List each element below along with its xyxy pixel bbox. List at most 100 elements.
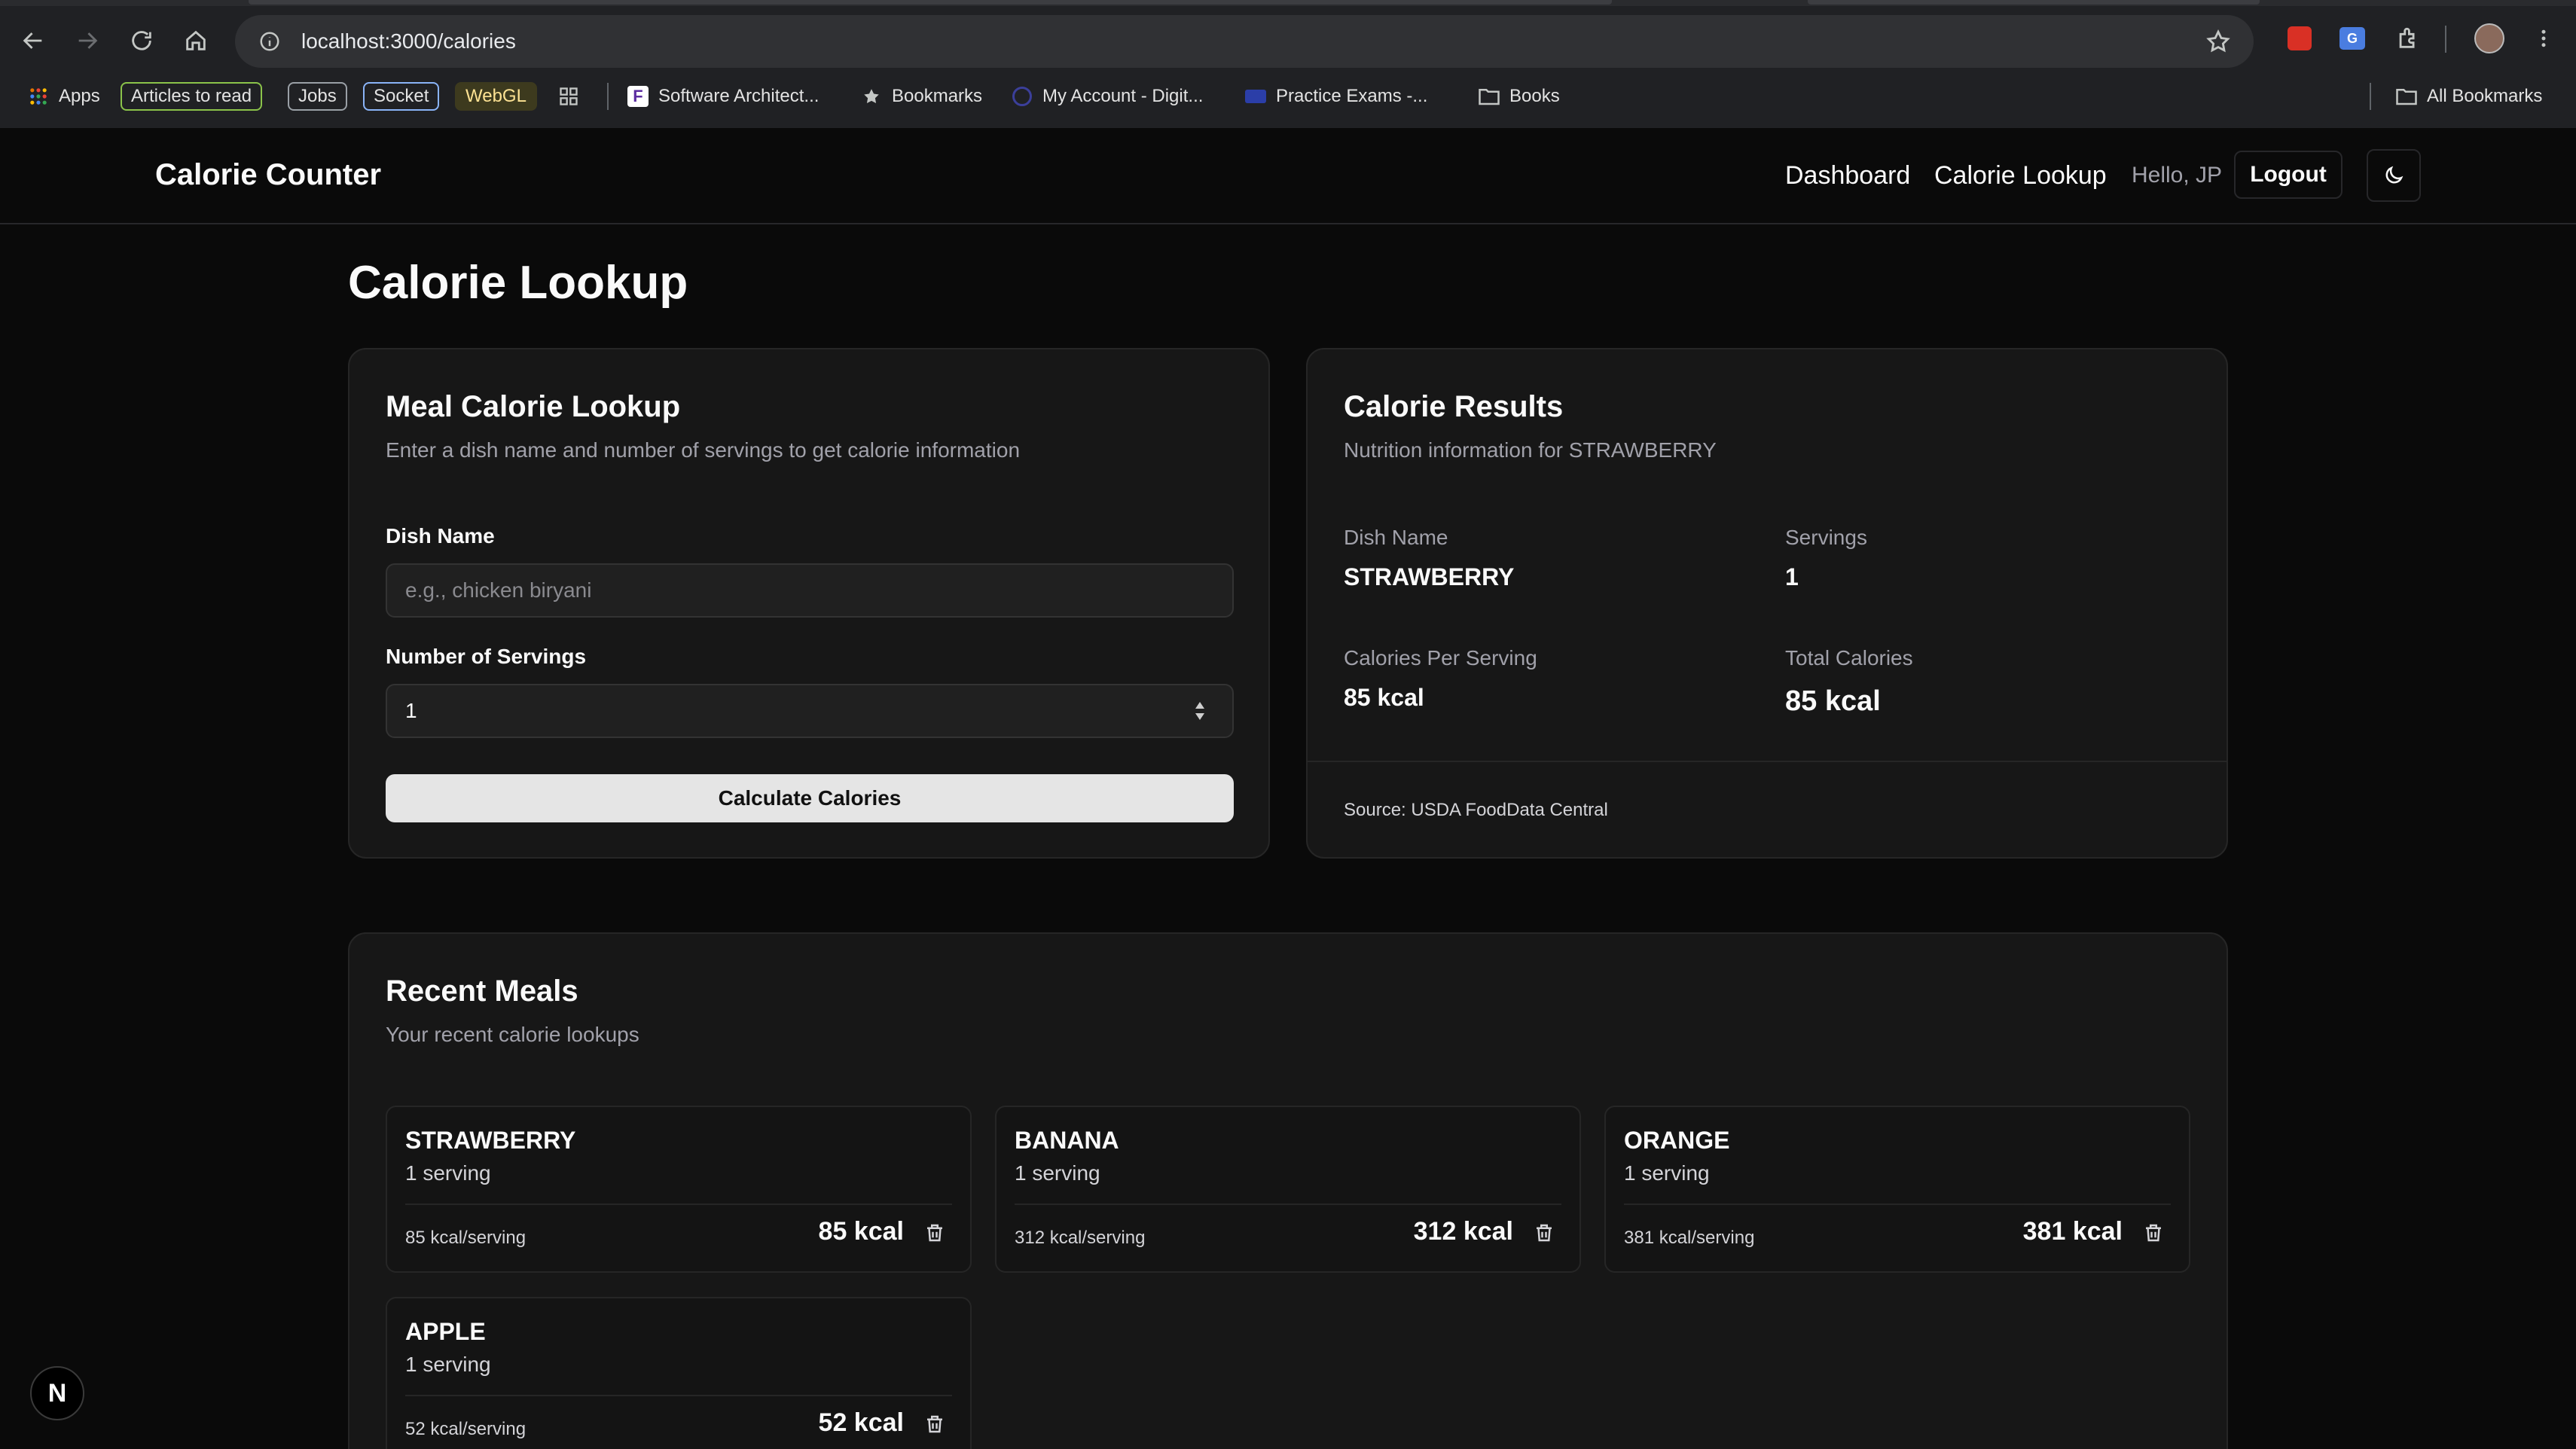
bookmark-socket[interactable]: Socket <box>363 81 440 111</box>
bookmark-separator <box>607 83 609 110</box>
bookmark-practice[interactable]: Practice Exams -... <box>1244 81 1427 111</box>
bookmark-software[interactable]: F Software Architect... <box>627 81 819 111</box>
back-button[interactable] <box>9 17 57 65</box>
dish-name-label: Dish Name <box>386 524 495 548</box>
meal-total: 85 kcal <box>818 1217 904 1246</box>
meal-divider <box>1624 1203 2171 1205</box>
folder-icon <box>1478 85 1500 108</box>
bookmark-label: Articles to read <box>121 82 263 111</box>
result-per-serving-value: 85 kcal <box>1344 684 1424 711</box>
calculate-calories-button[interactable]: Calculate Calories <box>386 774 1234 822</box>
home-button[interactable] <box>172 17 220 65</box>
address-bar[interactable]: localhost:3000/calories <box>235 15 2254 68</box>
recent-meals-card: Recent Meals Your recent calorie lookups… <box>348 932 2228 1449</box>
moon-icon <box>2385 166 2404 184</box>
extensions-puzzle-icon[interactable] <box>2391 21 2425 56</box>
bookmark-all[interactable]: All Bookmarks <box>2395 81 2542 111</box>
result-dish-value: STRAWBERRY <box>1344 563 1515 590</box>
bookmark-star-icon[interactable] <box>2201 24 2236 59</box>
translate-extension-icon[interactable]: G <box>2335 21 2370 56</box>
dish-name-input[interactable] <box>386 563 1234 618</box>
bookmark-jobs[interactable]: Jobs <box>288 81 347 111</box>
theme-toggle-button[interactable] <box>2367 149 2421 202</box>
meal-per-serving: 381 kcal/serving <box>1624 1228 1755 1248</box>
meal-divider <box>405 1203 952 1205</box>
practice-logo-icon <box>1244 85 1267 108</box>
bookmark-label: All Bookmarks <box>2427 86 2543 106</box>
bookmark-account[interactable]: My Account - Digit... <box>1011 81 1203 111</box>
meal-name: APPLE <box>405 1318 486 1345</box>
bookmark-books[interactable]: Books <box>1478 81 1560 111</box>
bookmark-label: Bookmarks <box>892 86 983 106</box>
meal-servings: 1 serving <box>1015 1161 1100 1185</box>
meal-card[interactable]: APPLE 1 serving 52 kcal/serving 52 kcal <box>386 1297 972 1449</box>
url-text: localhost:3000/calories <box>301 29 516 53</box>
reload-button[interactable] <box>118 17 166 65</box>
card-title: Recent Meals <box>386 975 578 1008</box>
delete-meal-button[interactable] <box>2141 1220 2166 1246</box>
nextjs-dev-badge[interactable]: N <box>30 1366 84 1420</box>
meal-divider <box>405 1395 952 1396</box>
bookmark-label: Jobs <box>288 82 347 111</box>
forward-button[interactable] <box>63 17 111 65</box>
extension-red-icon[interactable] <box>2282 21 2317 56</box>
delete-meal-button[interactable] <box>922 1411 948 1437</box>
apps-grid-icon <box>27 85 50 108</box>
toolbar-divider <box>2445 26 2446 53</box>
delete-meal-button[interactable] <box>1531 1220 1557 1246</box>
app-navbar: Calorie Counter Dashboard Calorie Lookup… <box>0 128 2576 224</box>
meal-servings: 1 serving <box>1624 1161 1710 1185</box>
bookmark-label: Practice Exams -... <box>1276 86 1428 106</box>
bookmark-articles[interactable]: Articles to read <box>121 81 263 111</box>
site-info-icon[interactable] <box>249 20 291 63</box>
card-title: Calorie Results <box>1344 390 1564 423</box>
meal-per-serving: 85 kcal/serving <box>405 1228 526 1248</box>
browser-menu-icon[interactable] <box>2526 21 2561 56</box>
bookmark-label: WebGL <box>455 82 537 111</box>
bookmark-webgl[interactable]: WebGL <box>455 81 537 111</box>
nav-link-calorie-lookup[interactable]: Calorie Lookup <box>1934 161 2107 191</box>
brand-logo[interactable]: Calorie Counter <box>155 158 381 192</box>
meal-card[interactable]: BANANA 1 serving 312 kcal/serving 312 kc… <box>995 1106 1581 1273</box>
bookmark-label: My Account - Digit... <box>1042 86 1204 106</box>
servings-stepper[interactable] <box>1190 697 1210 724</box>
bookmark-bookmarks[interactable]: Bookmarks <box>860 81 982 111</box>
meal-total: 312 kcal <box>1413 1217 1513 1246</box>
bookmark-label: Socket <box>363 82 440 111</box>
data-source-note: Source: USDA FoodData Central <box>1344 800 1608 820</box>
stepper-arrows-icon <box>1195 702 1204 720</box>
forward-arrow-icon <box>78 32 98 49</box>
reload-icon <box>132 31 151 50</box>
delete-meal-button[interactable] <box>922 1220 948 1246</box>
lookup-form-card: Meal Calorie Lookup Enter a dish name an… <box>348 348 1270 859</box>
meal-per-serving: 312 kcal/serving <box>1015 1228 1146 1248</box>
bookmark-grid[interactable] <box>557 81 589 111</box>
meal-servings: 1 serving <box>405 1353 491 1376</box>
browser-tab[interactable] <box>249 0 1612 5</box>
meal-card[interactable]: STRAWBERRY 1 serving 85 kcal/serving 85 … <box>386 1106 972 1273</box>
browser-chrome: localhost:3000/calories G Apps Articles … <box>0 0 2576 128</box>
home-icon <box>186 30 206 50</box>
folder-icon <box>2395 85 2418 108</box>
browser-tab[interactable] <box>1808 0 2260 5</box>
logout-button[interactable]: Logout <box>2234 151 2343 199</box>
bookmark-apps[interactable]: Apps <box>27 81 100 111</box>
grid-icon <box>557 85 580 108</box>
bookmark-label: Books <box>1509 86 1560 106</box>
meal-card[interactable]: ORANGE 1 serving 381 kcal/serving 381 kc… <box>1604 1106 2190 1273</box>
result-servings-label: Servings <box>1785 526 1867 549</box>
star-icon <box>860 85 883 108</box>
nav-link-dashboard[interactable]: Dashboard <box>1785 161 1910 191</box>
calorie-results-card: Calorie Results Nutrition information fo… <box>1306 348 2228 859</box>
profile-avatar-icon[interactable] <box>2472 21 2507 56</box>
result-total-value: 85 kcal <box>1785 685 1881 717</box>
user-greeting: Hello, JP <box>2132 163 2223 188</box>
result-total-label: Total Calories <box>1785 646 1913 670</box>
card-description: Enter a dish name and number of servings… <box>386 438 1021 462</box>
bookmark-label: Apps <box>59 86 100 106</box>
result-dish-label: Dish Name <box>1344 526 1448 549</box>
meal-per-serving: 52 kcal/serving <box>405 1419 526 1439</box>
servings-input[interactable] <box>386 684 1234 738</box>
bookmark-separator <box>2370 83 2371 110</box>
meal-name: STRAWBERRY <box>405 1127 576 1154</box>
